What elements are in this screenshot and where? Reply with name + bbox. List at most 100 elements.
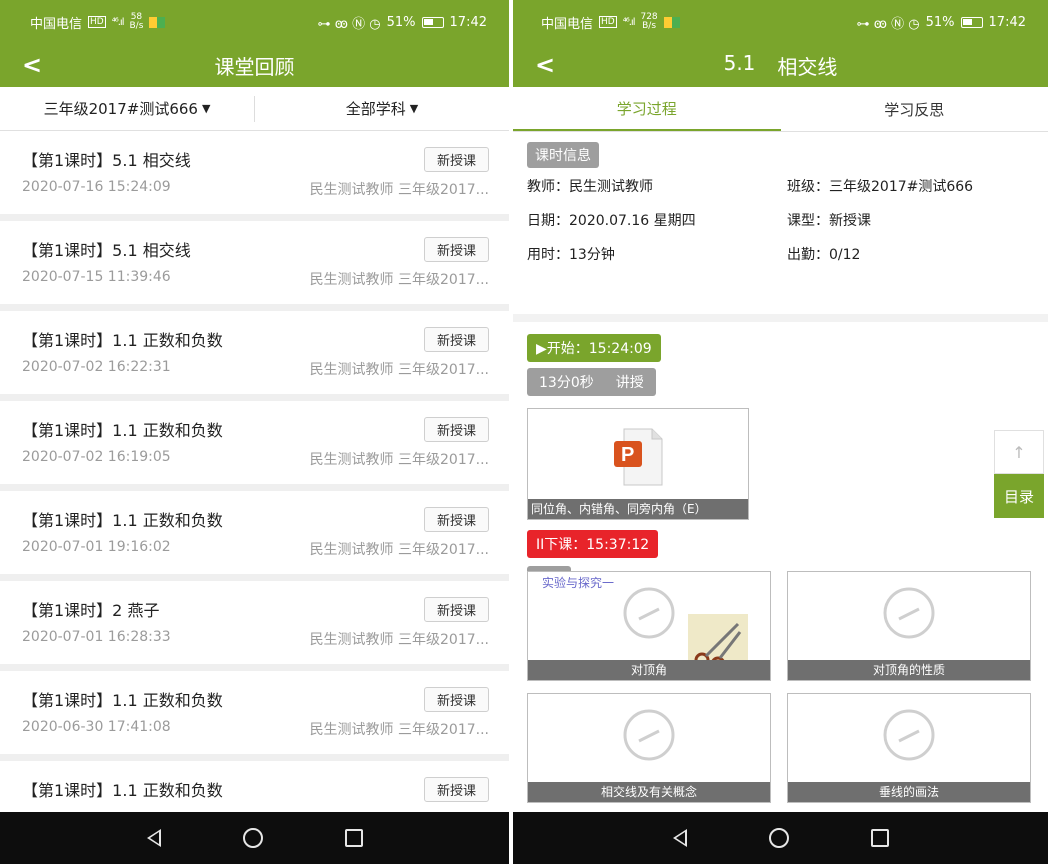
end-time-tag: II下课：15:37:12	[527, 530, 659, 558]
segment-kind: 讲授	[615, 375, 644, 391]
clock: 17:42	[988, 14, 1026, 30]
lesson-meta: 民生测试教师 三年级2017...	[309, 542, 489, 558]
tab-bar: 学习过程 学习反思	[513, 87, 1048, 132]
subject-filter-dropdown[interactable]: 全部学科 ▼	[255, 98, 509, 119]
segment-tag: 13分0秒 讲授	[527, 368, 656, 396]
play-circle-icon	[623, 709, 675, 761]
nav-home-icon[interactable]	[242, 828, 263, 848]
ppt-caption: 同位角、内错角、同旁内角（E）	[528, 499, 748, 519]
hd-icon: HD	[88, 16, 106, 28]
video-card[interactable]: 对顶角的性质	[787, 571, 1031, 681]
info-duration: 用时：13分钟	[527, 247, 615, 263]
lesson-date: 2020-07-02 16:19:05	[22, 449, 171, 465]
status-bar: 中国电信 HD ⁴⁶.ıl 58 B/s ⊶ ꙭ Ⓝ ◷ 51% 17:42	[0, 0, 509, 44]
lesson-type-badge: 新授课	[423, 236, 489, 262]
lesson-type-badge: 新授课	[423, 596, 489, 622]
video-caption: 垂线的画法	[788, 782, 1030, 802]
lesson-list: 【第1课时】5.1 相交线 新授课 2020-07-16 15:24:09 民生测试…	[0, 131, 509, 851]
thumb-text: 实验与探究一	[542, 576, 615, 590]
lesson-item[interactable]: 【第1课时】1.1 正数和负数 新授课 2020-06-30 17:41:08 民生…	[0, 671, 509, 761]
back-icon[interactable]: <	[535, 52, 555, 78]
lesson-info-tag: 课时信息	[527, 142, 599, 168]
carrier-label: 中国电信	[30, 16, 83, 32]
status-bar: 中国电信 HD ⁴⁶.ıl 728 B/s ⊶ ꙭ Ⓝ ◷ 51% 17:42	[513, 0, 1048, 44]
lesson-title: 【第1课时】1.1 正数和负数	[22, 781, 223, 800]
video-caption: 对顶角	[528, 660, 770, 680]
lesson-item[interactable]: 【第1课时】1.1 正数和负数 新授课 2020-07-02 16:22:31 民生…	[0, 311, 509, 401]
lesson-title: 【第1课时】1.1 正数和负数	[22, 511, 223, 530]
nav-recent-icon[interactable]	[870, 829, 889, 847]
system-nav-bar	[0, 812, 509, 864]
title-bar: < 课堂回顾	[0, 44, 509, 87]
system-nav-bar	[513, 812, 1048, 864]
system-status-icons: ⊶ ꙭ Ⓝ ◷	[856, 16, 920, 32]
caret-down-icon: ▼	[201, 102, 211, 115]
start-time-tag: ▶开始：15:24:09	[527, 334, 661, 362]
lesson-date: 2020-07-02 16:22:31	[22, 359, 171, 375]
caret-down-icon: ▼	[409, 102, 419, 115]
play-circle-icon	[883, 587, 935, 639]
lesson-date: 2020-07-01 16:28:33	[22, 629, 171, 645]
page-title: 课堂回顾	[214, 55, 295, 79]
lesson-meta: 民生测试教师 三年级2017...	[309, 452, 489, 468]
lesson-type-badge: 新授课	[423, 416, 489, 442]
info-attendance: 出勤：0/12	[787, 247, 861, 263]
tab-learning-reflection[interactable]: 学习反思	[781, 87, 1048, 131]
title-bar: < 5.1 相交线	[513, 44, 1048, 87]
tab-learning-process[interactable]: 学习过程	[513, 87, 781, 131]
signal-icon: ⁴⁶.ıl	[622, 16, 636, 28]
video-card[interactable]: 实验与探究一 对顶角	[527, 571, 771, 681]
lesson-date: 2020-07-15 11:39:46	[22, 269, 171, 285]
nav-back-icon[interactable]	[672, 829, 687, 847]
battery-icon	[960, 16, 983, 28]
lesson-type-badge: 新授课	[423, 326, 489, 352]
lesson-type-badge: 新授课	[423, 506, 489, 532]
battery-percent: 51%	[925, 14, 955, 30]
lesson-item[interactable]: 【第1课时】2 燕子 新授课 2020-07-01 16:28:33 民生测试教师 …	[0, 581, 509, 671]
class-filter-dropdown[interactable]: 三年级2017#测试666 ▼	[0, 98, 254, 119]
carrier-label: 中国电信	[541, 16, 594, 32]
lesson-title: 【第1课时】2 燕子	[22, 601, 160, 620]
lesson-date: 2020-06-30 17:41:08	[22, 719, 171, 735]
info-teacher: 教师：民生测试教师	[527, 179, 653, 195]
hd-icon: HD	[599, 16, 617, 28]
lesson-meta: 民生测试教师 三年级2017...	[309, 272, 489, 288]
video-grid: 实验与探究一 对顶角 对顶角的性质 相交线及有关概念 垂线的画法	[527, 571, 1048, 803]
lesson-date: 2020-07-01 19:16:02	[22, 539, 171, 555]
lesson-item[interactable]: 【第1课时】5.1 相交线 新授课 2020-07-15 11:39:46 民生测试…	[0, 221, 509, 311]
nav-recent-icon[interactable]	[344, 829, 363, 847]
lesson-title: 【第1课时】1.1 正数和负数	[22, 691, 223, 710]
lesson-meta: 民生测试教师 三年级2017...	[309, 632, 489, 648]
ppt-resource-card[interactable]: P 同位角、内错角、同旁内角（E）	[527, 408, 749, 520]
lesson-info-section: 课时信息 教师：民生测试教师 班级：三年级2017#测试666 日期：2020.…	[513, 132, 1048, 322]
lesson-title: 【第1课时】1.1 正数和负数	[22, 421, 223, 440]
signal-icon: ⁴⁶.ıl	[111, 16, 125, 28]
battery-percent: 51%	[386, 14, 416, 30]
info-type: 课型：新授课	[787, 213, 871, 229]
lesson-type-badge: 新授课	[423, 776, 489, 802]
lesson-item[interactable]: 【第1课时】1.1 正数和负数 新授课 2020-07-01 19:16:02 民生…	[0, 491, 509, 581]
video-caption: 对顶角的性质	[788, 660, 1030, 680]
system-status-icons: ⊶ ꙭ Ⓝ ◷	[317, 16, 381, 32]
lesson-type-badge: 新授课	[423, 146, 489, 172]
lesson-type-badge: 新授课	[423, 686, 489, 712]
video-card[interactable]: 垂线的画法	[787, 693, 1031, 803]
svg-text:P: P	[621, 444, 634, 466]
lesson-title: 【第1课时】1.1 正数和负数	[22, 331, 223, 350]
nav-home-icon[interactable]	[768, 828, 789, 848]
nav-back-icon[interactable]	[146, 829, 161, 847]
arrow-up-icon[interactable]: ↑	[994, 430, 1044, 474]
filter-bar: 三年级2017#测试666 ▼ 全部学科 ▼	[0, 87, 509, 131]
back-icon[interactable]: <	[22, 52, 42, 78]
video-card[interactable]: 相交线及有关概念	[527, 693, 771, 803]
lesson-item[interactable]: 【第1课时】5.1 相交线 新授课 2020-07-16 15:24:09 民生测试…	[0, 131, 509, 221]
battery-icon	[421, 16, 444, 28]
lesson-item[interactable]: 【第1课时】1.1 正数和负数 新授课 2020-07-02 16:19:05 民生…	[0, 401, 509, 491]
catalog-button[interactable]: 目录	[994, 474, 1044, 518]
play-circle-icon	[883, 709, 935, 761]
app-notification-icon	[663, 16, 680, 28]
lesson-meta: 民生测试教师 三年级2017...	[309, 722, 489, 738]
app-notification-icon	[149, 16, 166, 28]
ppt-file-icon: P	[614, 428, 663, 486]
play-circle-icon	[623, 587, 675, 639]
